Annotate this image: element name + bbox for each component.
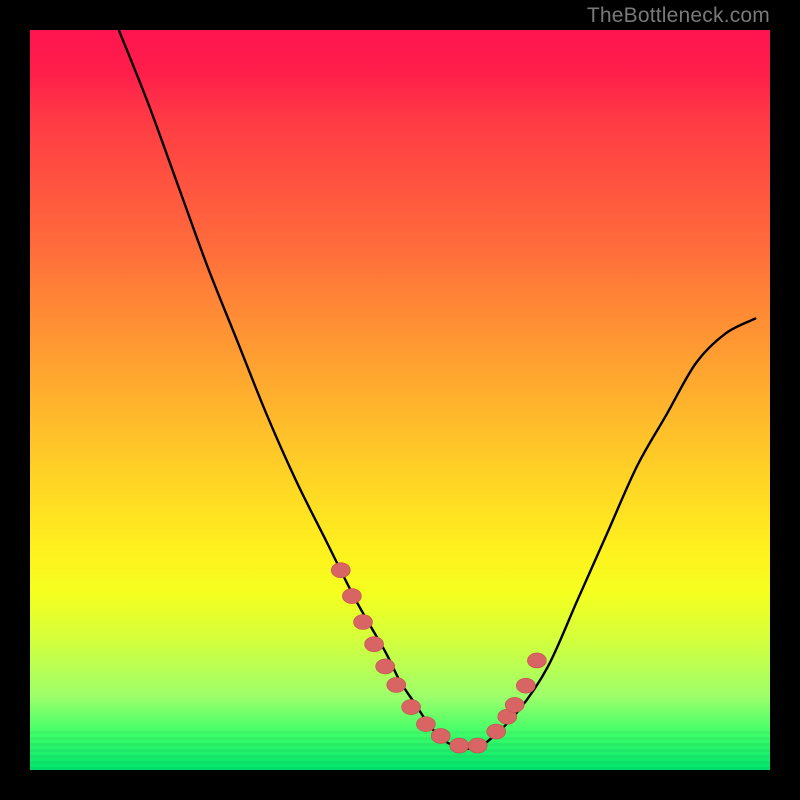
- data-marker: [450, 738, 469, 753]
- data-marker: [342, 589, 361, 604]
- data-marker: [505, 697, 524, 712]
- data-marker: [376, 659, 395, 674]
- data-marker: [527, 653, 546, 668]
- data-marker: [487, 724, 506, 739]
- marker-group: [331, 563, 546, 753]
- data-marker: [416, 717, 435, 732]
- plot-area: [30, 30, 770, 770]
- data-marker: [331, 563, 350, 578]
- data-marker: [516, 678, 535, 693]
- data-marker: [402, 700, 421, 715]
- bottleneck-curve: [119, 30, 755, 749]
- data-marker: [354, 615, 373, 630]
- data-marker: [365, 637, 384, 652]
- watermark-text: TheBottleneck.com: [587, 4, 770, 28]
- data-marker: [431, 728, 450, 743]
- curve-layer: [30, 30, 770, 770]
- data-marker: [387, 677, 406, 692]
- chart-frame: TheBottleneck.com: [0, 0, 800, 800]
- data-marker: [468, 738, 487, 753]
